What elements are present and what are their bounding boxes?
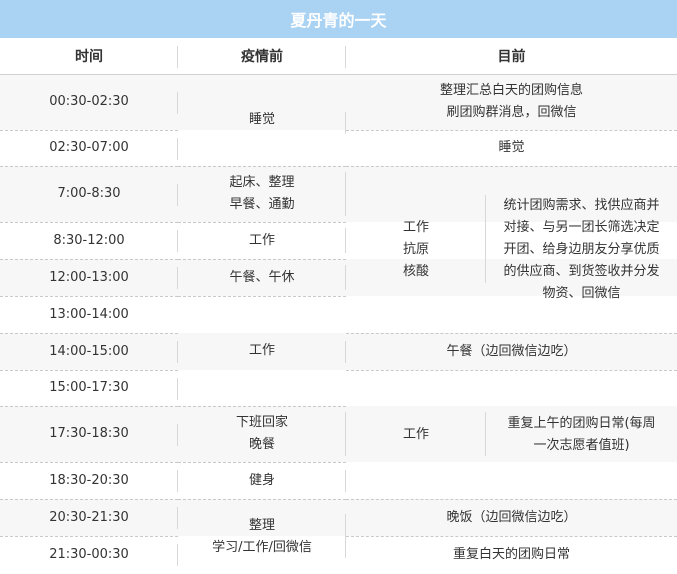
row-divider bbox=[0, 499, 178, 500]
now-late-night: 整理汇总白天的团购信息 刷团购群消息，回微信 bbox=[346, 74, 677, 130]
before-wake-line: 早餐、通勤 bbox=[229, 197, 295, 212]
now-lunch: 午餐（边回微信边吃） bbox=[446, 343, 577, 359]
now-morning-detail: 统计团购需求、找供应商并 对接、与另一团长筛选决定 开团、给身边朋友分享优质 的… bbox=[486, 166, 677, 333]
before-lunch: 午餐、午休 bbox=[229, 269, 295, 285]
now-morning-tag: 抗原 bbox=[402, 241, 429, 257]
time-cell: 20:30-21:30 bbox=[49, 509, 129, 525]
schedule-page: 夏丹青的一天 时间 疫情前 目前 00:30-02:30 02:30-07:00… bbox=[0, 0, 677, 574]
row-divider bbox=[0, 130, 178, 131]
before-off-line: 下班回家 bbox=[235, 415, 288, 430]
now-morning-line: 开团、给身边朋友分享优质 bbox=[503, 241, 660, 257]
column-divider bbox=[345, 46, 346, 68]
before-fitness: 健身 bbox=[248, 472, 275, 488]
row-divider bbox=[0, 333, 178, 334]
time-cell: 15:00-17:30 bbox=[49, 380, 129, 395]
row-divider bbox=[0, 370, 178, 371]
time-cell: 7:00-8:30 bbox=[57, 186, 121, 201]
now-morning-line: 统计团购需求、找供应商并 bbox=[503, 197, 660, 213]
now-late-line: 刷团购群消息，回微信 bbox=[446, 105, 577, 120]
table-title: 夏丹青的一天 bbox=[0, 0, 677, 38]
now-late-line: 整理汇总白天的团购信息 bbox=[439, 83, 583, 98]
before-off-line: 晚餐 bbox=[248, 437, 275, 452]
now-morning-tag: 工作 bbox=[402, 219, 429, 235]
time-cell: 17:30-18:30 bbox=[49, 426, 129, 441]
row-divider bbox=[0, 166, 178, 167]
time-cell: 8:30-12:00 bbox=[53, 232, 125, 248]
before-night-line: 整理 bbox=[248, 517, 275, 533]
time-cell: 14:00-15:00 bbox=[49, 343, 129, 359]
before-night-line: 学习/工作/回微信 bbox=[212, 539, 312, 555]
before-off-work: 下班回家 晚餐 bbox=[178, 406, 346, 462]
now-morning-tags: 工作 抗原 核酸 bbox=[346, 166, 486, 333]
now-sleep: 睡觉 bbox=[498, 140, 525, 155]
time-cell: 13:00-14:00 bbox=[49, 306, 129, 322]
before-wake-line: 起床、整理 bbox=[229, 175, 295, 190]
time-cell: 00:30-02:30 bbox=[49, 94, 129, 109]
before-sleep: 睡觉 bbox=[248, 112, 275, 127]
now-dinner: 晚饭（边回微信边吃） bbox=[446, 509, 577, 525]
row-divider bbox=[0, 536, 178, 537]
time-cell: 18:30-20:30 bbox=[49, 472, 129, 488]
row-divider bbox=[0, 259, 178, 260]
now-morning-line: 的供应商、到货签收并分发 bbox=[503, 263, 660, 279]
now-morning-tag: 核酸 bbox=[402, 263, 429, 279]
now-afternoon-detail: 重复上午的团购日常(每周 一次志愿者值班) bbox=[486, 370, 677, 499]
now-afternoon-tag: 工作 bbox=[402, 426, 429, 442]
before-night: 整理 学习/工作/回微信 bbox=[178, 499, 346, 574]
row-divider bbox=[0, 406, 178, 407]
header-now: 目前 bbox=[497, 49, 526, 65]
row-divider bbox=[0, 296, 178, 297]
column-divider bbox=[177, 46, 178, 68]
header-before: 疫情前 bbox=[241, 49, 283, 65]
row-divider bbox=[0, 462, 178, 463]
now-morning-line: 对接、与另一团长筛选决定 bbox=[503, 219, 660, 235]
before-work-afternoon: 工作 bbox=[248, 343, 275, 358]
now-afternoon-line: 重复上午的团购日常(每周 bbox=[507, 415, 656, 431]
time-cell: 02:30-07:00 bbox=[49, 140, 129, 155]
before-work-morning: 工作 bbox=[248, 232, 275, 248]
now-morning-line: 物资、回微信 bbox=[542, 285, 621, 301]
now-afternoon-line: 一次志愿者值班) bbox=[533, 437, 630, 453]
now-night: 重复白天的团购日常 bbox=[452, 547, 570, 562]
time-cell: 21:30-00:30 bbox=[49, 547, 129, 562]
time-cell: 12:00-13:00 bbox=[49, 269, 129, 285]
header-time: 时间 bbox=[75, 49, 103, 65]
before-wake: 起床、整理 早餐、通勤 bbox=[178, 166, 346, 222]
row-divider bbox=[0, 222, 178, 223]
